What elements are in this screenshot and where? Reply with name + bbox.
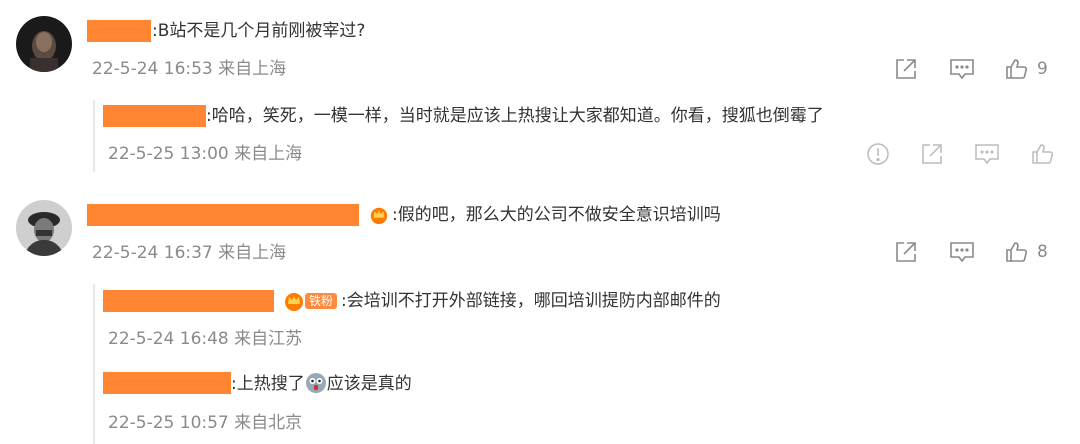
comment-icon <box>950 242 974 263</box>
fan-badge: 铁粉 <box>283 290 338 312</box>
like-icon <box>1006 59 1028 79</box>
share-button[interactable] <box>919 141 945 167</box>
redacted-username[interactable] <box>103 372 231 394</box>
redacted-username[interactable] <box>103 105 206 127</box>
thread-bar <box>93 100 95 172</box>
like-icon <box>1032 144 1053 164</box>
reply-text: :上热搜了 应该是真的 <box>231 372 412 395</box>
comment-button[interactable] <box>948 239 976 265</box>
like-icon <box>1006 242 1028 262</box>
like-button[interactable] <box>1029 141 1055 167</box>
comment-text: :假的吧，那么大的公司不做安全意识培训吗 <box>392 205 721 225</box>
report-icon <box>867 143 889 165</box>
reply-meta: 22-5-24 16:48 来自江苏 <box>108 329 303 349</box>
share-icon <box>896 242 916 262</box>
avatar[interactable] <box>16 16 72 72</box>
fan-badge-label: 铁粉 <box>305 293 338 309</box>
reply-meta: 22-5-25 13:00 来自上海 <box>108 144 303 164</box>
like-count: 8 <box>1037 242 1048 262</box>
reply-meta: 22-5-25 10:57 来自北京 <box>108 413 303 433</box>
crown-icon <box>285 293 303 311</box>
reply-text-part: 应该是真的 <box>326 374 412 394</box>
share-button[interactable] <box>893 239 919 265</box>
redacted-username[interactable] <box>103 290 274 312</box>
comment-text: :B站不是几个月前刚被宰过? <box>152 21 366 41</box>
comment-icon <box>975 144 999 165</box>
crown-icon <box>369 205 389 225</box>
thread-bar <box>93 284 95 444</box>
redacted-username[interactable] <box>87 20 151 42</box>
comment-meta: 22-5-24 16:53 来自上海 <box>92 59 287 79</box>
share-icon <box>922 144 942 164</box>
like-count: 9 <box>1037 59 1048 79</box>
share-button[interactable] <box>893 56 919 82</box>
report-button[interactable] <box>866 142 890 166</box>
like-button[interactable]: 8 <box>1003 239 1048 265</box>
reply-text: :会培训不打开外部链接，哪回培训提防内部邮件的 <box>341 291 721 311</box>
redacted-username[interactable] <box>87 204 359 226</box>
surprised-emoji-icon <box>305 373 326 393</box>
comment-meta: 22-5-24 16:37 来自上海 <box>92 243 287 263</box>
avatar[interactable] <box>16 200 72 256</box>
reply-text-part: :上热搜了 <box>231 374 305 394</box>
reply-text: :哈哈，笑死，一模一样，当时就是应该上热搜让大家都知道。你看，搜狐也倒霉了 <box>206 106 824 126</box>
comment-button[interactable] <box>973 141 1001 167</box>
like-button[interactable]: 9 <box>1003 56 1048 82</box>
comment-icon <box>950 59 974 80</box>
share-icon <box>896 59 916 79</box>
comment-button[interactable] <box>948 56 976 82</box>
